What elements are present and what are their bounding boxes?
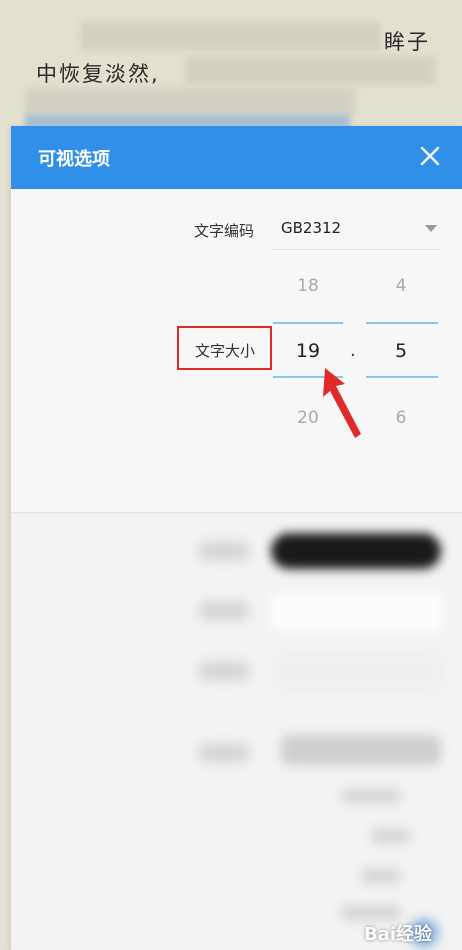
baidu-watermark: Bai经验 <box>363 924 432 945</box>
chevron-down-icon <box>425 225 437 232</box>
close-button[interactable] <box>418 144 442 168</box>
dialog-header: 可视选项 <box>11 126 462 189</box>
close-icon <box>420 146 440 166</box>
blurred-text <box>25 88 355 114</box>
reader-text-line-1: 眸子 <box>384 30 430 54</box>
reader-text-line-2: 中恢复淡然, <box>36 62 160 86</box>
encoding-label: 文字编码 <box>194 222 255 240</box>
blurred-text <box>80 22 380 50</box>
blurred-settings-area <box>11 513 462 950</box>
font-size-label: 文字大小 <box>195 342 256 360</box>
integer-picker-prev[interactable]: 18 <box>273 276 343 296</box>
decimal-picker-top-line <box>366 322 438 324</box>
integer-picker-selected[interactable]: 19 <box>273 340 343 362</box>
blurred-text <box>185 56 435 84</box>
decimal-picker-bottom-line <box>366 376 438 378</box>
reader-background: 眸子 中恢复淡然, <box>0 0 462 130</box>
integer-picker-top-line <box>273 322 343 324</box>
view-options-dialog: 可视选项 文字编码 GB2312 18 4 文字大小 19 . 5 20 6 B… <box>11 126 462 950</box>
dialog-title: 可视选项 <box>38 149 110 170</box>
decimal-picker-selected[interactable]: 5 <box>366 340 436 362</box>
encoding-select[interactable]: GB2312 <box>271 211 439 250</box>
decimal-separator: . <box>350 340 356 361</box>
dialog-body: 文字编码 GB2312 18 4 文字大小 19 . 5 20 6 <box>11 189 462 950</box>
encoding-value: GB2312 <box>281 219 342 237</box>
arrow-annotation-icon <box>323 368 361 438</box>
decimal-picker-prev[interactable]: 4 <box>366 276 436 296</box>
decimal-picker-next[interactable]: 6 <box>366 408 436 428</box>
